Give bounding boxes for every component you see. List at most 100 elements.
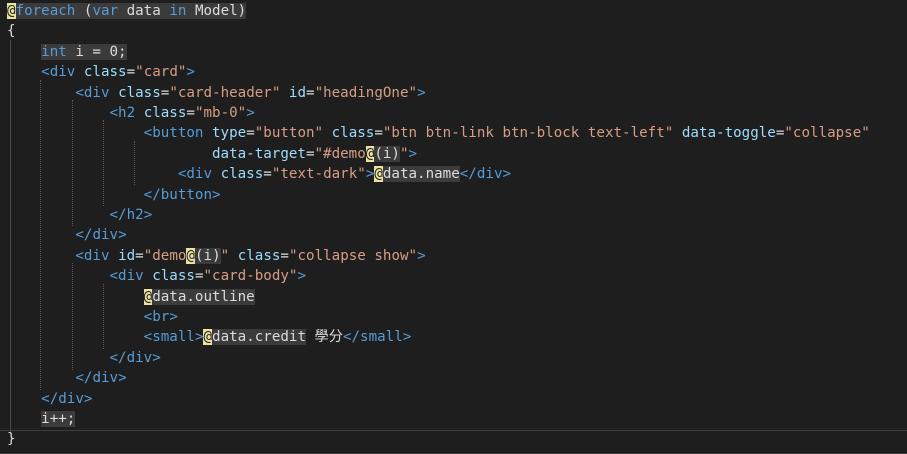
code-token: class: [83, 64, 127, 81]
code-token: "card": [135, 64, 187, 81]
code-token: ): [212, 247, 221, 264]
code-line[interactable]: <div class="card-body">: [7, 266, 307, 286]
code-token: @: [143, 288, 153, 305]
indent-guide: [103, 284, 104, 349]
code-token: =: [186, 105, 195, 121]
code-token: </: [75, 227, 93, 244]
code-token: div: [49, 64, 76, 81]
code-line[interactable]: <br>: [7, 307, 178, 327]
code-line[interactable]: <button type="button" class="btn btn-lin…: [7, 123, 870, 143]
code-line[interactable]: <h2 class="mb-0">: [7, 103, 255, 123]
code-line[interactable]: </h2>: [7, 205, 153, 225]
code-line[interactable]: </div>: [7, 225, 126, 245]
code-token: >: [408, 145, 418, 162]
indent-guide: [40, 80, 41, 390]
code-token: foreach: [15, 3, 76, 19]
code-token: h2: [118, 105, 136, 121]
code-token: div: [476, 166, 503, 183]
code-token: >: [83, 390, 93, 407]
code-token: >: [152, 349, 161, 366]
code-line[interactable]: int i = 0;: [7, 42, 127, 62]
code-token: data-target: [212, 145, 306, 162]
code-token: "#demo: [314, 145, 366, 162]
code-token: =: [305, 145, 315, 162]
code-line[interactable]: <div class="card-header" id="headingOne"…: [7, 83, 425, 103]
code-token: div: [92, 227, 119, 244]
code-token: ": [220, 247, 230, 264]
code-token: >: [402, 329, 412, 346]
code-token: class: [143, 105, 187, 121]
code-token: <: [75, 247, 84, 264]
code-token: }: [7, 431, 16, 448]
code-line[interactable]: data-target="#demo@(i)">: [7, 144, 417, 164]
code-token: (: [374, 145, 383, 162]
code-token: >: [186, 64, 195, 81]
code-token: "button": [254, 125, 324, 142]
code-token: "text-dark": [271, 166, 366, 183]
code-line[interactable]: {: [7, 21, 16, 41]
code-editor[interactable]: @foreach (var data in Model){ int i = 0;…: [0, 0, 907, 454]
code-line[interactable]: i++;: [7, 409, 76, 429]
code-line[interactable]: </div>: [7, 368, 126, 388]
code-token: (: [75, 3, 93, 19]
code-token: data-toggle: [681, 125, 776, 142]
code-token: <: [143, 125, 153, 142]
code-line[interactable]: @foreach (var data in Model): [7, 1, 247, 21]
code-line[interactable]: <div class="card">: [7, 62, 195, 82]
code-token: data.outline: [152, 288, 255, 305]
code-token: class: [237, 247, 281, 264]
code-line[interactable]: <div id="demo@(i)" class="collapse show"…: [7, 246, 426, 266]
code-token: </: [459, 166, 477, 183]
code-token: var: [92, 3, 119, 19]
code-token: 學分: [314, 329, 343, 346]
code-token: <: [143, 329, 153, 346]
code-token: >: [297, 268, 306, 285]
code-token: int: [41, 43, 67, 60]
code-token: >: [169, 309, 178, 325]
code-token: class: [331, 125, 375, 142]
code-line[interactable]: </div>: [7, 389, 92, 409]
code-token: =: [280, 247, 289, 264]
code-token: "mb-0": [194, 105, 247, 121]
code-token: ): [391, 145, 400, 162]
code-line[interactable]: <div class="text-dark">@data.name</div>: [7, 164, 511, 184]
code-token: <: [75, 84, 84, 101]
code-line[interactable]: </div>: [7, 348, 161, 368]
code-token: "btn btn-link btn-block text-left": [382, 125, 674, 142]
code-token: div: [118, 268, 144, 285]
indent-guide: [103, 120, 104, 206]
code-line[interactable]: }: [7, 429, 16, 449]
code-token: id: [118, 247, 136, 264]
code-token: "collapse": [784, 125, 870, 142]
code-token: i++;: [41, 411, 76, 427]
code-token: >: [417, 247, 426, 264]
code-token: in: [169, 3, 187, 19]
code-token: >: [143, 207, 153, 223]
code-line[interactable]: <small>@data.credit 學分</small>: [7, 327, 411, 347]
code-line[interactable]: @data.outline: [7, 287, 255, 307]
